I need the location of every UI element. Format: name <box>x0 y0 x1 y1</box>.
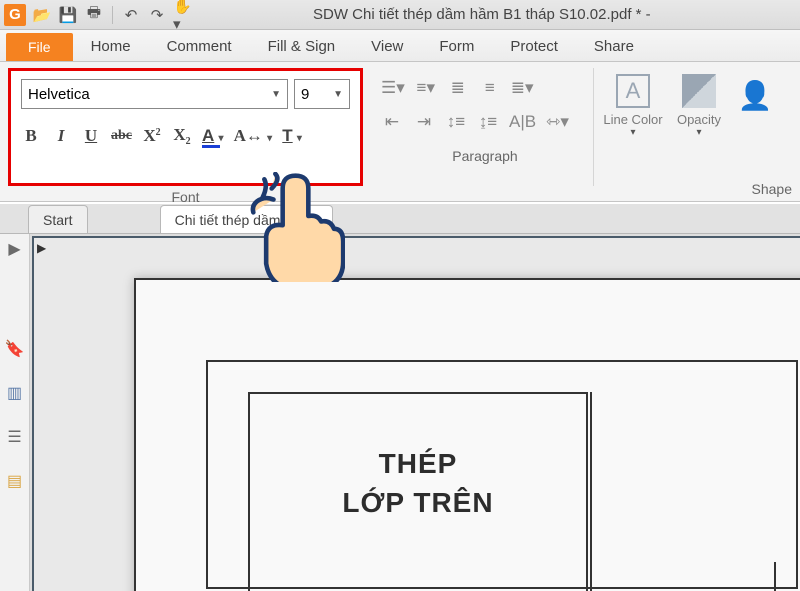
panel-toggle-icon[interactable]: ▶ <box>37 241 46 255</box>
tutorial-hand-cursor <box>235 172 345 282</box>
bold-button[interactable]: B <box>21 126 41 146</box>
layers-icon[interactable]: ☰ <box>6 428 24 446</box>
paragraph-spacing-icon[interactable]: ↨≡ <box>477 112 499 132</box>
paragraph-group: ☰▾ ≡▾ ≣ ≡ ≣▾ ⇤ ⇥ ↕≡ ↨≡ A|B ⇿▾ Paragraph <box>363 68 593 201</box>
font-size-value: 9 <box>301 86 309 103</box>
decrease-indent-icon[interactable]: ⇤ <box>381 112 403 132</box>
undo-icon[interactable]: ↶ <box>121 5 141 25</box>
document-canvas[interactable]: ▶ THÉP LỚP TRÊN <box>32 236 800 591</box>
chevron-down-icon: ▼ <box>271 89 281 100</box>
line-color-icon: A <box>616 74 650 108</box>
line-color-button[interactable]: A Line Color ▾ <box>602 74 664 186</box>
character-spacing-button[interactable]: A↔ ▾ <box>234 126 273 146</box>
hand-tool-icon[interactable]: ✋▾ <box>173 5 193 25</box>
menu-fill-sign[interactable]: Fill & Sign <box>250 32 354 61</box>
page-frame: THÉP LỚP TRÊN <box>206 360 798 589</box>
quick-access-toolbar: 📂 💾 🖶 ↶ ↷ ✋▾ <box>32 5 193 25</box>
increase-indent-icon[interactable]: ⇥ <box>413 112 435 132</box>
fit-width-icon[interactable]: ⇿▾ <box>546 112 569 132</box>
underline-button[interactable]: U <box>81 126 101 146</box>
font-name-value: Helvetica <box>28 86 90 103</box>
app-logo: G <box>4 4 26 26</box>
paragraph-group-label: Paragraph <box>381 148 589 164</box>
open-icon[interactable]: 📂 <box>32 5 52 25</box>
menubar: File Home Comment Fill & Sign View Form … <box>0 30 800 62</box>
font-name-dropdown[interactable]: Helvetica ▼ <box>21 79 288 109</box>
workspace: ▶ 🔖 ▥ ☰ ▤ ▶ THÉP LỚP TRÊN <box>0 234 800 591</box>
file-tab[interactable]: File <box>6 33 73 61</box>
effects-button[interactable]: 👤 <box>734 74 764 186</box>
opacity-icon <box>682 74 716 108</box>
pages-icon[interactable]: ▥ <box>6 384 24 402</box>
opacity-button[interactable]: Opacity ▾ <box>668 74 730 186</box>
tab-start[interactable]: Start <box>28 205 88 233</box>
text-effects-button[interactable]: T ▾ <box>282 126 302 146</box>
shape-group-label: Shape <box>752 181 792 197</box>
menu-share[interactable]: Share <box>576 32 652 61</box>
align-justify-icon[interactable]: ≣▾ <box>511 78 534 98</box>
page-cell-right <box>590 392 800 591</box>
comments-icon[interactable]: ▤ <box>6 472 24 490</box>
save-icon[interactable]: 💾 <box>58 5 78 25</box>
bullet-list-icon[interactable]: ☰▾ <box>381 78 405 98</box>
superscript-button[interactable]: X <box>142 126 162 146</box>
expand-panel-icon[interactable]: ▶ <box>6 240 24 258</box>
chevron-down-icon: ▼ <box>333 89 343 100</box>
font-color-button[interactable]: A ▾ <box>202 126 224 146</box>
pdf-page: THÉP LỚP TRÊN <box>134 278 800 591</box>
document-title: SDW Chi tiết thép dầm hầm B1 tháp S10.02… <box>313 6 651 23</box>
menu-form[interactable]: Form <box>421 32 492 61</box>
redo-icon[interactable]: ↷ <box>147 5 167 25</box>
shape-group: A Line Color ▾ Opacity ▾ 👤 <box>593 68 764 186</box>
page-cell-left: THÉP LỚP TRÊN <box>248 392 588 591</box>
chevron-down-icon: ▾ <box>602 127 664 138</box>
titlebar: G 📂 💾 🖶 ↶ ↷ ✋▾ SDW Chi tiết thép dầm hầm… <box>0 0 800 30</box>
menu-comment[interactable]: Comment <box>149 32 250 61</box>
print-icon[interactable]: 🖶 <box>84 5 104 25</box>
menu-home[interactable]: Home <box>73 32 149 61</box>
align-left-icon[interactable]: ≡ <box>479 78 501 98</box>
menu-protect[interactable]: Protect <box>492 32 576 61</box>
ribbon: Helvetica ▼ 9 ▼ B I U abc X X A ▾ A↔ ▾ T… <box>0 62 800 202</box>
bookmark-icon[interactable]: 🔖 <box>6 340 24 358</box>
text-direction-icon[interactable]: A|B <box>509 112 536 132</box>
text-caret <box>774 562 776 591</box>
strikethrough-button[interactable]: abc <box>111 128 132 144</box>
subscript-button[interactable]: X <box>172 125 192 147</box>
menu-view[interactable]: View <box>353 32 421 61</box>
align-toggle-icon[interactable]: ≣ <box>447 78 469 98</box>
font-group: Helvetica ▼ 9 ▼ B I U abc X X A ▾ A↔ ▾ T… <box>8 68 363 186</box>
person-icon: 👤 <box>734 74 776 116</box>
tab-start-label: Start <box>43 212 73 228</box>
document-text-line1: THÉP <box>250 444 586 483</box>
italic-button[interactable]: I <box>51 126 71 146</box>
number-list-icon[interactable]: ≡▾ <box>415 78 437 98</box>
document-tabbar: Start Chi tiết thép dầm ... ✕ <box>0 204 800 234</box>
document-text-line2: LỚP TRÊN <box>250 483 586 522</box>
chevron-down-icon: ▾ <box>668 127 730 138</box>
side-panel: ▶ 🔖 ▥ ☰ ▤ <box>0 234 30 591</box>
font-size-dropdown[interactable]: 9 ▼ <box>294 79 350 109</box>
separator <box>112 6 113 24</box>
line-spacing-icon[interactable]: ↕≡ <box>445 112 467 132</box>
